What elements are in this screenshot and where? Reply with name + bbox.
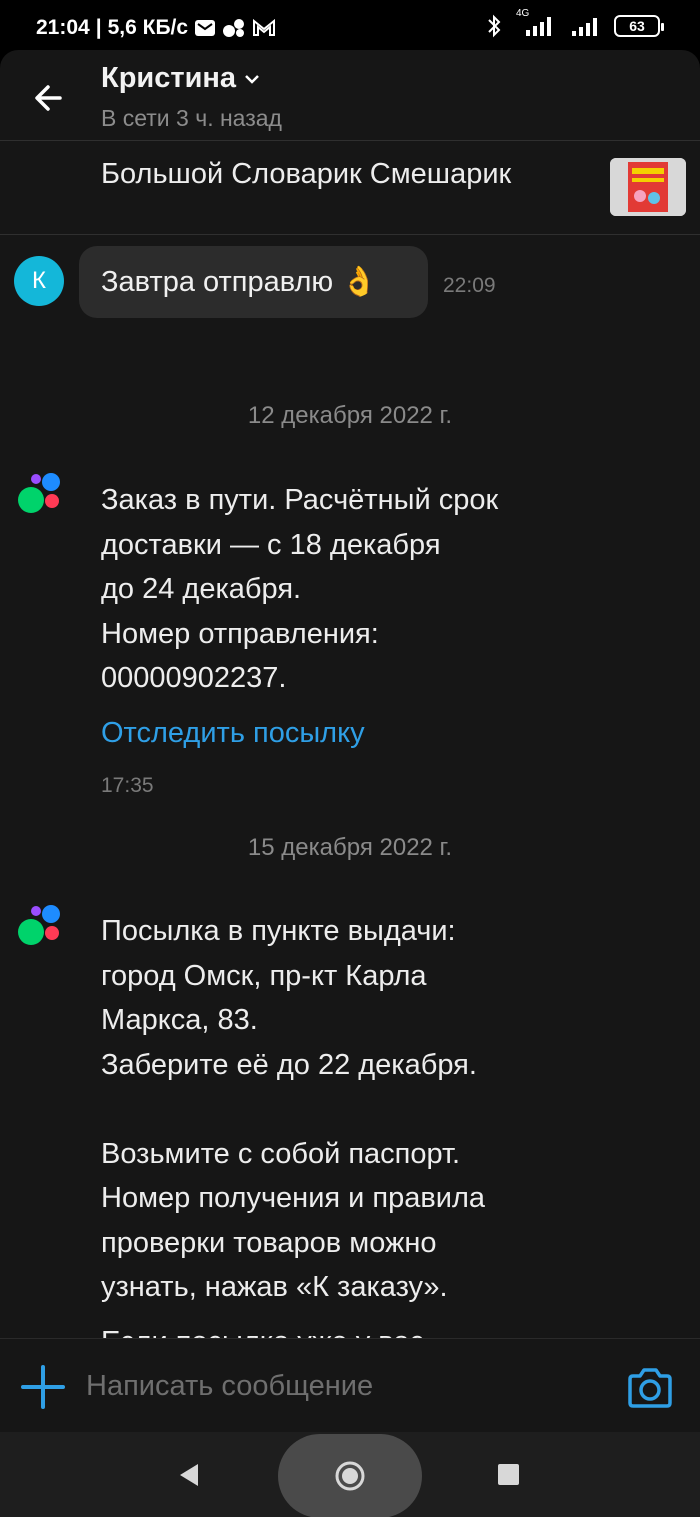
status-time: 21:04 <box>36 16 90 39</box>
contact-status: В сети 3 ч. назад <box>101 105 282 131</box>
marketplace-logo-icon <box>18 473 60 513</box>
product-title: Большой Словарик Смешарик <box>101 158 512 190</box>
message-time: 17:35 <box>101 774 154 797</box>
avatar[interactable]: К <box>14 256 64 306</box>
status-bar: 21:04 | 5,6 КБ/с 4G 63 <box>0 0 700 50</box>
product-thumbnail[interactable] <box>610 158 686 216</box>
battery-level: 63 <box>629 18 645 34</box>
chat-header: Кристина В сети 3 ч. назад <box>0 50 700 141</box>
message-time: 22:09 <box>443 274 496 297</box>
marketplace-logo-icon <box>18 905 60 945</box>
message-input[interactable] <box>86 1365 586 1407</box>
plus-icon[interactable] <box>20 1364 66 1410</box>
app-cluster-icon <box>223 19 245 37</box>
status-network-speed: 5,6 КБ/с <box>107 16 189 39</box>
product-bar[interactable]: Большой Словарик Смешарик <box>0 142 700 235</box>
contact-name: Кристина <box>101 62 237 94</box>
track-parcel-link[interactable]: Отследить посылку <box>101 717 365 750</box>
book-cover-icon <box>610 158 686 216</box>
message-composer <box>0 1338 700 1432</box>
bluetooth-icon <box>488 14 501 38</box>
service-message-text: Посылка в пункте выдачи: город Омск, пр-… <box>101 915 486 1303</box>
nav-home-button[interactable] <box>278 1434 422 1517</box>
nav-back-icon[interactable] <box>178 1462 200 1488</box>
avatar-letter: К <box>32 267 46 294</box>
system-navigation-bar <box>0 1432 700 1517</box>
chat-screen: Кристина В сети 3 ч. назад Большой Слова… <box>0 50 700 1432</box>
mail-icon <box>195 20 216 36</box>
battery-icon: 63 <box>614 15 664 37</box>
service-message-text-2: Если посылка уже у вас, нажмите «Товар п… <box>101 1320 581 1338</box>
status-divider: | <box>95 16 102 39</box>
nav-home-icon <box>335 1461 365 1491</box>
signal-icon-2 <box>572 18 597 36</box>
signal-icon: 4G <box>514 8 558 38</box>
status-left: 21:04 | 5,6 КБ/с <box>36 16 276 40</box>
nav-recent-apps-icon[interactable] <box>498 1464 519 1485</box>
chevron-down-icon <box>245 74 259 84</box>
message-list[interactable]: К Завтра отправлю 👌 22:09 12 декабря 202… <box>0 236 700 1338</box>
message-text: Завтра отправлю 👌 <box>101 266 378 298</box>
service-message-text: Заказ в пути. Расчётный срок доставки — … <box>101 484 499 694</box>
gmail-icon <box>253 19 276 36</box>
date-separator: 12 декабря 2022 г. <box>247 402 453 429</box>
date-separator: 15 декабря 2022 г. <box>247 834 453 861</box>
contact-name-button[interactable]: Кристина <box>101 62 260 95</box>
status-right: 4G 63 <box>486 8 664 38</box>
camera-icon[interactable] <box>626 1367 674 1409</box>
back-arrow-icon[interactable] <box>30 78 70 118</box>
message-bubble[interactable]: Завтра отправлю 👌 <box>79 246 428 318</box>
